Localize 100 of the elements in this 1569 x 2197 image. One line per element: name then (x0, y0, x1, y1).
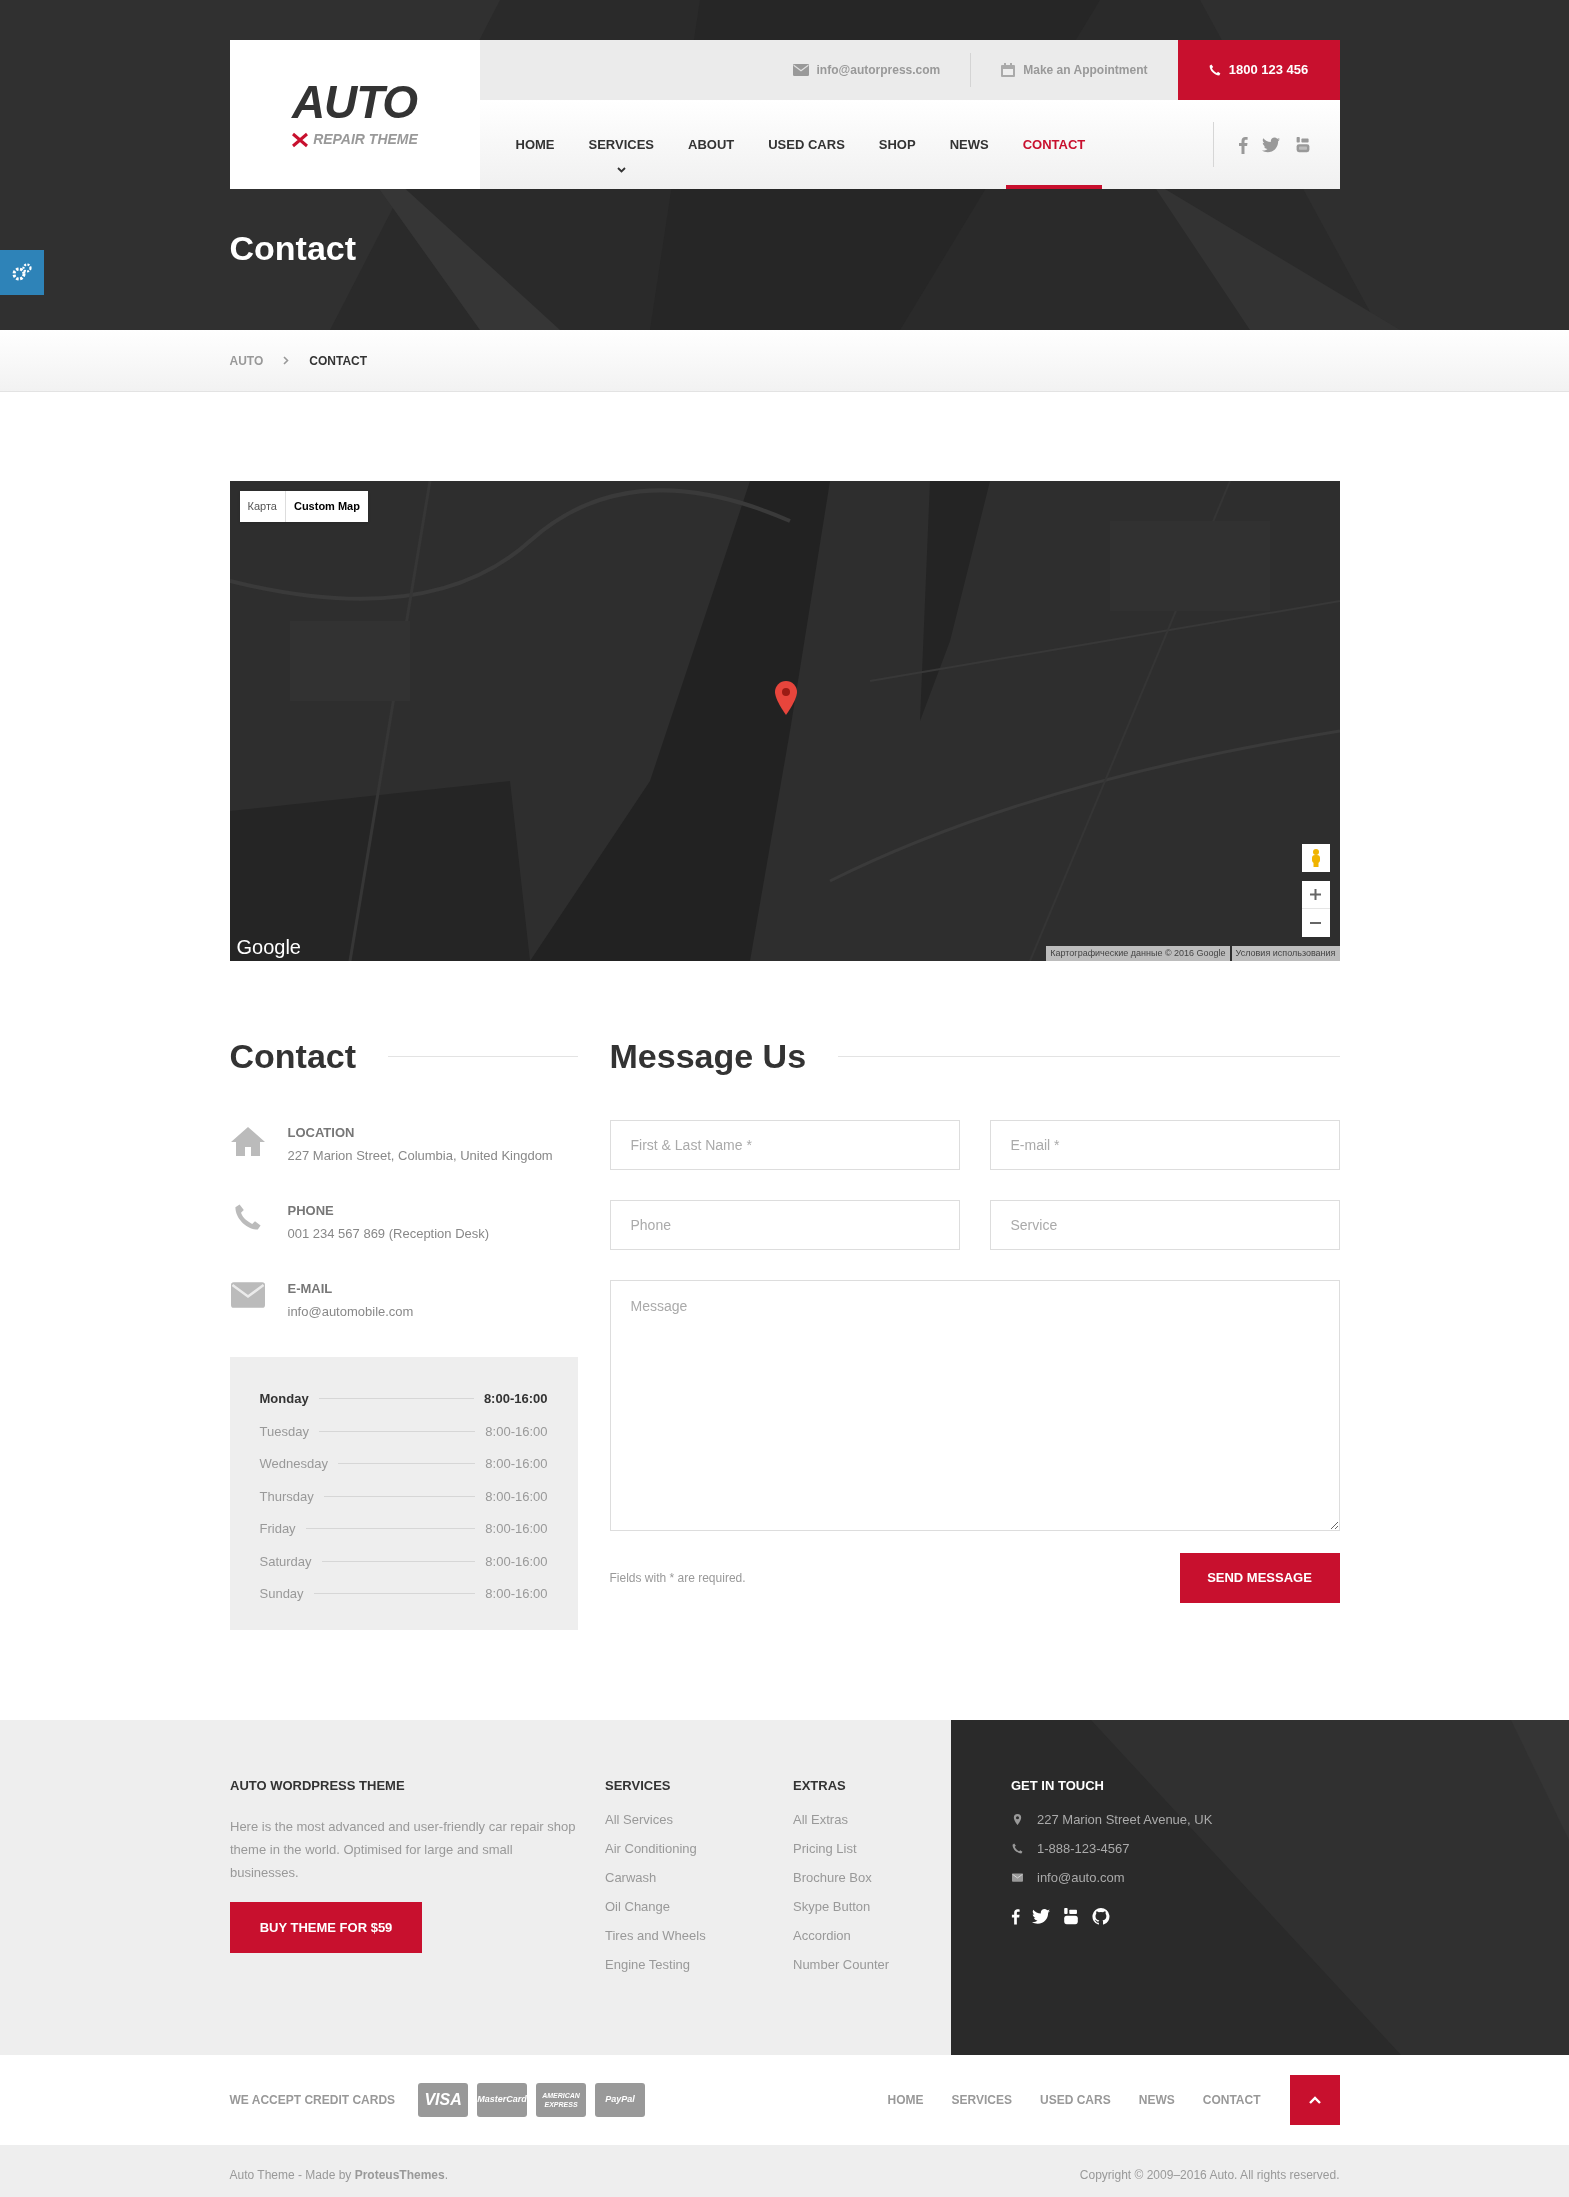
footer-link[interactable]: All Extras (793, 1809, 943, 1830)
footer-nav-link[interactable]: CONTACT (1202, 2090, 1261, 2109)
hours-value: 8:00-16:00 (485, 1520, 548, 1538)
footer-link[interactable]: All Services (605, 1809, 793, 1830)
contact-value: 227 Marion Street, Columbia, United Kingdom (287, 1146, 553, 1165)
footer-nav-link[interactable]: USED CARS (1040, 2090, 1111, 2109)
envelope-icon (1011, 1872, 1023, 1883)
section-heading: Message Us (609, 1039, 807, 1073)
breadcrumb-current: CONTACT (309, 352, 368, 370)
minus-icon (1310, 922, 1321, 924)
nav-link[interactable]: SERVICES (571, 100, 671, 189)
person-icon (1310, 849, 1321, 867)
input-field[interactable]: First & Last Name * (609, 1120, 960, 1170)
zoom-in-button[interactable] (1301, 881, 1330, 909)
breadcrumb-link[interactable]: AUTO (229, 351, 264, 370)
page-title: Contact (229, 231, 357, 265)
day-label: Wednesday (259, 1455, 328, 1473)
footer-heading: SERVICES (605, 1776, 672, 1795)
nav-link[interactable]: HOME (498, 100, 572, 189)
footer-link[interactable]: Accordion (793, 1925, 943, 1946)
contact-value: 001 234 567 869 (Reception Desk) (287, 1224, 490, 1243)
map-type-tab[interactable]: Custom Map (284, 491, 368, 522)
contact-label: LOCATION (287, 1124, 356, 1142)
footer-contact: 1-888-123-4567 (1037, 1840, 1130, 1858)
section-heading: Contact (229, 1039, 357, 1073)
nav-link[interactable]: USED CARS (751, 100, 862, 189)
contact-value: info@automobile.com (287, 1302, 414, 1321)
chevron-down-icon (616, 167, 626, 173)
chevron-right-icon (283, 356, 290, 365)
map-type-tab[interactable]: Карта (239, 491, 285, 522)
email-link[interactable]: info@autorpress.com (816, 61, 941, 79)
contact-label: E-MAIL (287, 1280, 334, 1298)
day-label: Thursday (259, 1487, 314, 1506)
input-field[interactable]: Phone (609, 1200, 960, 1250)
phone-icon (1011, 1843, 1023, 1854)
buy-button[interactable]: BUY THEME FOR $59 (230, 1902, 422, 1953)
footer-heading: GET IN TOUCH (1011, 1776, 1105, 1795)
footer-link[interactable]: Engine Testing (605, 1954, 793, 1975)
appointment-link[interactable]: Make an Appointment (1023, 61, 1148, 79)
cards-label: WE ACCEPT CREDIT CARDS (229, 2091, 396, 2109)
footer-nav-link[interactable]: HOME (887, 2090, 924, 2109)
footer-link[interactable]: Pricing List (793, 1838, 943, 1859)
hours-value: 8:00-16:00 (483, 1390, 548, 1408)
required-note: Fields with * are required. (609, 1570, 746, 1587)
map-brand: Google (236, 937, 301, 957)
hours-value: 8:00-16:00 (485, 1422, 548, 1441)
footer-link[interactable]: Oil Change (605, 1896, 793, 1917)
footer-link[interactable]: Skype Button (793, 1896, 943, 1917)
footer-heading: EXTRAS (793, 1776, 847, 1795)
facebook-icon[interactable] (1011, 1908, 1020, 1925)
card-logo: MasterCard (477, 2082, 528, 2117)
input-field[interactable]: Service (989, 1200, 1340, 1250)
send-button[interactable]: SEND MESSAGE (1179, 1553, 1340, 1603)
copyright-text: Copyright © 2009–2016 Auto. All rights reserved. (1079, 2167, 1340, 2184)
github-icon[interactable] (1092, 1908, 1110, 1925)
street-view-button[interactable] (1301, 844, 1330, 872)
made-by-text: Auto Theme - Made by ProteusThemes. (229, 2167, 449, 2184)
nav-link[interactable]: ABOUT (671, 100, 752, 189)
footer-link[interactable]: Tires and Wheels (605, 1925, 793, 1946)
footer-contact: info@auto.com (1037, 1869, 1125, 1887)
nav-link[interactable]: SHOP (861, 100, 933, 189)
input-field[interactable]: E-mail * (989, 1120, 1340, 1170)
hours-value: 8:00-16:00 (485, 1552, 548, 1571)
envelope-icon (230, 1281, 265, 1309)
footer-link[interactable]: Carwash (605, 1867, 793, 1888)
settings-button[interactable] (0, 250, 44, 295)
pin-icon (1011, 1814, 1023, 1825)
footer-heading: AUTO WORDPRESS THEME (230, 1776, 406, 1795)
nav-link[interactable]: NEWS (932, 100, 1006, 189)
hours-value: 8:00-16:00 (485, 1585, 548, 1603)
footer-nav-link[interactable]: NEWS (1138, 2090, 1175, 2109)
day-label: Saturday (259, 1552, 312, 1571)
card-logo: PayPal (595, 2082, 646, 2117)
chevron-up-icon (1308, 2095, 1321, 2104)
nav-link[interactable]: CONTACT (1005, 100, 1103, 189)
footer-nav-link[interactable]: SERVICES (951, 2090, 1013, 2109)
footer-link[interactable]: Number Counter (793, 1954, 943, 1975)
phone-button[interactable]: 1800 123 456 (1177, 40, 1340, 100)
calendar-icon (1001, 63, 1016, 77)
logo[interactable]: AUTO REPAIR THEME (229, 40, 480, 189)
back-to-top-button[interactable] (1289, 2074, 1340, 2125)
day-label: Monday (259, 1390, 309, 1408)
zoom-out-button[interactable] (1301, 909, 1330, 937)
settings-icon (11, 262, 33, 283)
message-field[interactable]: Message (609, 1280, 1340, 1531)
footer-link[interactable]: Brochure Box (793, 1867, 943, 1888)
footer-contact: 227 Marion Street Avenue, UK (1037, 1811, 1213, 1829)
twitter-icon[interactable] (1032, 1908, 1050, 1925)
footer-description: Here is the most advanced and user-friendly car repair shop theme in the world. Optimised for large and small businesses. (230, 1818, 577, 1882)
day-label: Friday (259, 1520, 296, 1538)
footer-link[interactable]: Air Conditioning (605, 1838, 793, 1859)
card-logo: VISA (418, 2082, 469, 2117)
hours-value: 8:00-16:00 (485, 1487, 548, 1506)
plus-icon (1310, 889, 1321, 900)
phone-icon (1208, 64, 1221, 76)
house-icon (229, 1125, 266, 1157)
day-label: Tuesday (259, 1422, 309, 1441)
day-label: Sunday (259, 1585, 304, 1603)
hours-value: 8:00-16:00 (485, 1455, 548, 1473)
contact-label: PHONE (287, 1202, 335, 1220)
